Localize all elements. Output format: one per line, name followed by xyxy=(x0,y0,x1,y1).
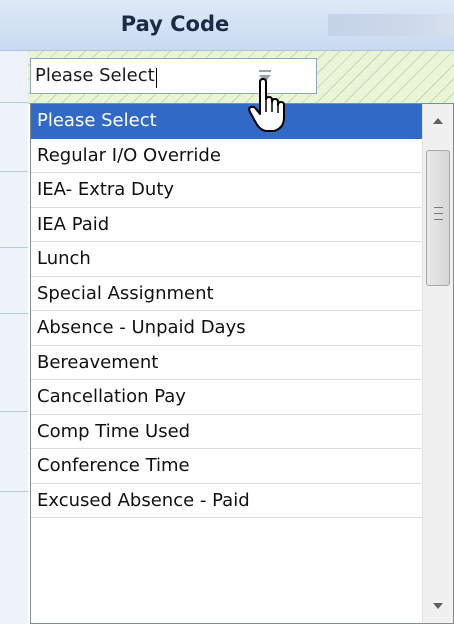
dropdown-option[interactable]: Regular I/O Override xyxy=(31,139,423,173)
dropdown-option[interactable]: Bereavement xyxy=(31,346,423,380)
scroll-down-button[interactable] xyxy=(423,589,453,623)
dropdown-option[interactable]: Please Select xyxy=(31,104,423,139)
dropdown-option[interactable]: Comp Time Used xyxy=(31,415,423,449)
dropdown-option[interactable]: Special Assignment xyxy=(31,277,423,311)
dropdown-option[interactable]: Excused Absence - Paid xyxy=(31,484,423,518)
dropdown-option[interactable]: Lunch xyxy=(31,242,423,277)
next-column-header xyxy=(328,14,454,36)
scrollbar-thumb[interactable] xyxy=(426,150,450,286)
dropdown-arrow-icon-bar xyxy=(259,70,271,72)
left-column-stub xyxy=(0,51,28,624)
pay-code-column-header[interactable]: Pay Code xyxy=(30,12,320,36)
hand-pointer-cursor-icon xyxy=(248,78,285,132)
dropdown-option[interactable]: Conference Time xyxy=(31,449,423,484)
scroll-down-arrow-icon xyxy=(433,603,443,609)
pay-code-dropdown-list[interactable]: Please Select Regular I/O Override IEA- Ex… xyxy=(30,103,454,624)
grid-header: Pay Code xyxy=(0,0,454,51)
scroll-up-arrow-icon xyxy=(433,118,443,124)
text-caret xyxy=(156,68,157,88)
dropdown-options: Please Select Regular I/O Override IEA- Ex… xyxy=(31,104,423,518)
dropdown-scrollbar[interactable] xyxy=(422,104,453,623)
dropdown-option[interactable]: Cancellation Pay xyxy=(31,380,423,415)
dropdown-option[interactable]: Absence - Unpaid Days xyxy=(31,311,423,346)
pay-code-select-value: Please Select xyxy=(35,65,155,86)
dropdown-option[interactable]: IEA- Extra Duty xyxy=(31,173,423,208)
dropdown-option[interactable]: IEA Paid xyxy=(31,208,423,242)
scroll-up-button[interactable] xyxy=(423,104,453,138)
